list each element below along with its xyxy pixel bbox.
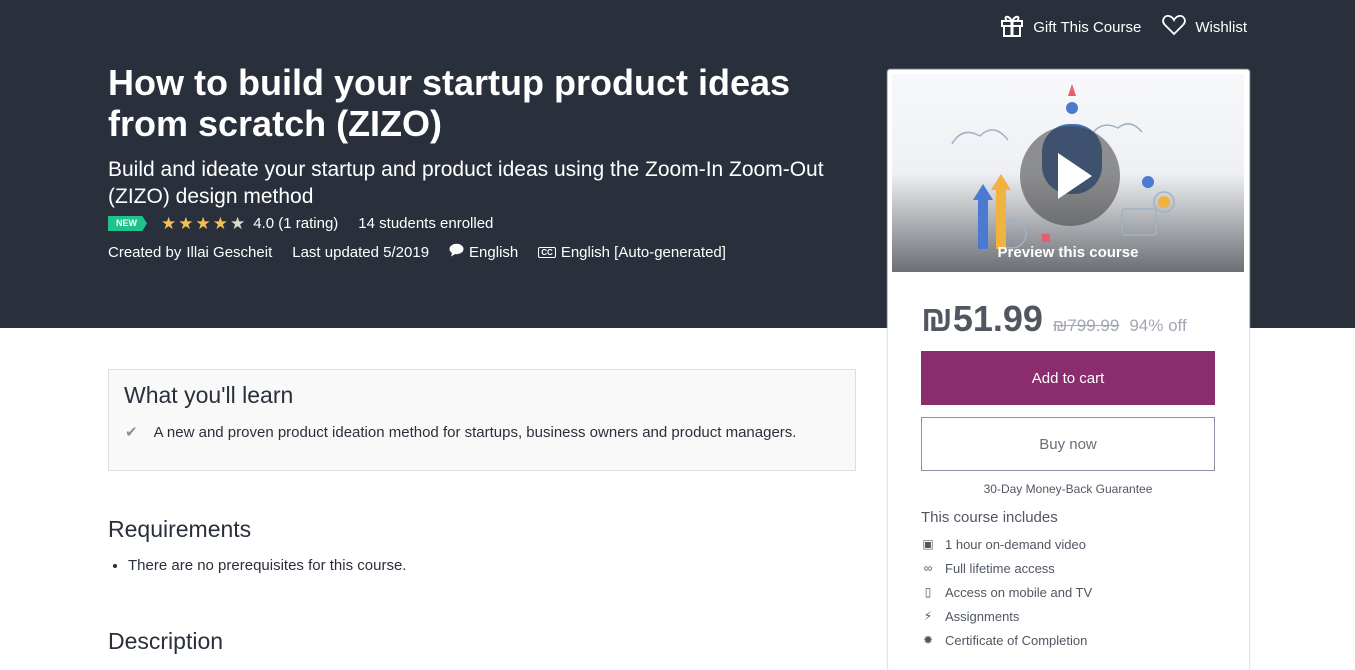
- last-updated: Last updated 5/2019: [292, 243, 430, 261]
- gift-icon: [999, 12, 1025, 42]
- what-you-learn-box: What you'll learn ✔ A new and proven pro…: [108, 369, 856, 471]
- includes-item: ▣ 1 hour on-demand video: [921, 532, 1092, 556]
- original-price: ₪799.99: [1052, 316, 1120, 335]
- includes-item-label: Certificate of Completion: [945, 632, 1088, 648]
- rating-row: NEW ★ ★ ★ ★ ★ 4.0 (1 rating) 14 students…: [108, 215, 493, 232]
- new-badge: NEW: [108, 216, 147, 231]
- discount-label: 94% off: [1129, 316, 1187, 335]
- includes-list: ▣ 1 hour on-demand video ∞ Full lifetime…: [921, 532, 1092, 652]
- course-meta: Created by Illai Gescheit Last updated 5…: [108, 243, 726, 261]
- bolt-icon: ⚡: [923, 609, 933, 623]
- includes-item: ▯ Access on mobile and TV: [921, 580, 1092, 604]
- learn-point: ✔ A new and proven product ideation meth…: [125, 423, 797, 442]
- created-by-label: Created by: [108, 243, 182, 261]
- wishlist-button[interactable]: Wishlist: [1161, 12, 1247, 42]
- course-preview[interactable]: Preview this course: [892, 74, 1244, 272]
- language-label: English: [469, 243, 519, 261]
- requirement-item: There are no prerequisites for this cour…: [128, 555, 406, 577]
- author-line: Created by Illai Gescheit: [108, 244, 272, 261]
- current-price: ₪51.99: [921, 298, 1043, 339]
- what-you-learn-title: What you'll learn: [124, 382, 294, 408]
- check-icon: ✔: [125, 424, 138, 441]
- gift-course-button[interactable]: Gift This Course: [999, 12, 1141, 42]
- infinity-icon: ∞: [923, 561, 933, 575]
- heart-icon: [1161, 12, 1187, 42]
- certificate-icon: ✹: [922, 633, 934, 647]
- wishlist-label: Wishlist: [1195, 18, 1247, 36]
- purchase-card: Preview this course ₪51.99 ₪799.99 94% o…: [888, 70, 1249, 670]
- course-title: How to build your startup product ideas …: [108, 62, 791, 144]
- preview-label: Preview this course: [997, 244, 1139, 261]
- enrolled-count: 14 students enrolled: [358, 215, 494, 232]
- requirements-title: Requirements: [108, 516, 252, 542]
- top-actions: Gift This Course Wishlist: [999, 12, 1247, 42]
- includes-item: ∞ Full lifetime access: [921, 556, 1092, 580]
- learn-point-text: A new and proven product ideation method…: [153, 423, 797, 441]
- includes-title: This course includes: [921, 509, 1058, 526]
- star-icon: ★: [161, 214, 177, 233]
- includes-item-label: Assignments: [945, 608, 1020, 624]
- includes-item-label: Full lifetime access: [945, 560, 1055, 576]
- rating-stars: ★ ★ ★ ★ ★: [161, 215, 245, 232]
- video-icon: ▣: [922, 537, 934, 551]
- mobile-icon: ▯: [924, 585, 932, 599]
- includes-item-label: Access on mobile and TV: [945, 584, 1093, 600]
- includes-item: ✹ Certificate of Completion: [921, 628, 1092, 652]
- rating-text[interactable]: 4.0 (1 rating): [253, 215, 338, 232]
- includes-item-label: 1 hour on-demand video: [945, 536, 1086, 552]
- captions-label: English [Auto-generated]: [560, 243, 726, 261]
- price-row: ₪51.99 ₪799.99 94% off: [921, 298, 1187, 340]
- captions: CC English [Auto-generated]: [538, 244, 726, 261]
- star-icon: ★: [178, 214, 194, 233]
- gift-course-label: Gift This Course: [1033, 18, 1142, 36]
- closed-captions-icon: CC: [538, 246, 556, 258]
- includes-item: ⚡ Assignments: [921, 604, 1092, 628]
- play-icon[interactable]: [1020, 126, 1120, 226]
- requirements-list: There are no prerequisites for this cour…: [108, 555, 406, 577]
- description-title: Description: [108, 628, 224, 654]
- buy-now-button[interactable]: Buy now: [921, 417, 1215, 471]
- star-icon: ★: [212, 214, 228, 233]
- speech-bubble-icon: [449, 243, 464, 261]
- star-empty-icon: ★: [230, 214, 246, 233]
- money-back-guarantee: 30-Day Money-Back Guarantee: [983, 482, 1153, 496]
- language: English: [449, 243, 518, 261]
- add-to-cart-button[interactable]: Add to cart: [921, 351, 1215, 405]
- course-subtitle: Build and ideate your startup and produc…: [108, 158, 824, 208]
- author-link[interactable]: Illai Gescheit: [186, 244, 272, 261]
- star-icon: ★: [195, 214, 211, 233]
